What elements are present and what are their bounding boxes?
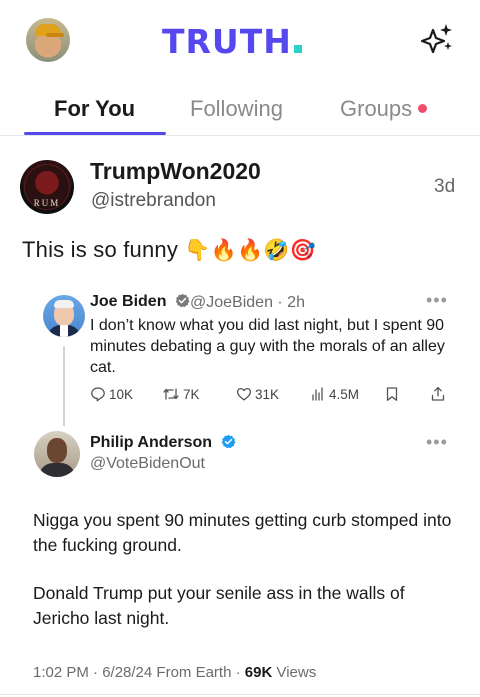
post-emojis: 👇🔥🔥🤣🎯 [184, 238, 317, 262]
face-shape [47, 438, 67, 463]
more-dots-icon[interactable]: ••• [426, 432, 448, 453]
original-author-avatar[interactable] [43, 295, 85, 337]
verified-badge-icon [175, 293, 190, 308]
reply-count: 10K [109, 386, 134, 402]
author-name-text: Philip Anderson [90, 434, 213, 451]
verified-badge-icon [221, 434, 235, 449]
notification-dot [418, 104, 428, 113]
sparkle-icon[interactable] [420, 22, 454, 56]
repost-action[interactable]: 7K [162, 386, 200, 402]
views-count: 4.5M [329, 386, 360, 402]
original-handle-time[interactable]: @JoeBiden · 2h [190, 294, 305, 312]
suit-shape [39, 463, 75, 477]
repost-count: 7K [183, 386, 200, 402]
heart-icon [236, 387, 252, 401]
like-action[interactable]: 31K [236, 386, 279, 402]
bookmark-icon [386, 387, 398, 401]
reply-icon [91, 387, 105, 402]
tab-label: Following [190, 96, 283, 121]
views-icon [312, 387, 323, 401]
repost-icon [163, 388, 179, 400]
timestamp: 1:02 PM · 6/28/24 From Earth · [33, 664, 245, 681]
divider [0, 694, 480, 695]
tab-for-you[interactable]: For You [54, 96, 135, 122]
more-dots-icon[interactable]: ••• [426, 290, 448, 311]
share-icon [431, 386, 445, 401]
post-author-handle[interactable]: @istrebrandon [91, 190, 216, 212]
tab-label: For You [54, 96, 136, 121]
reply-action[interactable]: 10K [90, 386, 133, 402]
views-number: 69K [244, 664, 273, 681]
views-label: Views [272, 664, 317, 681]
original-author-name[interactable]: Joe Biden [90, 293, 190, 311]
truth-logo: TRUTH [162, 22, 302, 61]
reply-author-name[interactable]: Philip Anderson [90, 434, 236, 452]
author-name-text: Joe Biden [90, 293, 167, 310]
top-bar: TRUTH [0, 0, 480, 80]
bookmark-action[interactable] [384, 386, 400, 402]
share-action[interactable] [430, 386, 446, 402]
logo-dot [293, 45, 302, 53]
feed-tabs: For You Following Groups [0, 86, 480, 136]
post-text: This is so funny [22, 237, 179, 262]
reply-body: Nigga you spent 90 minutes getting curb … [33, 508, 463, 631]
tab-groups[interactable]: Groups [340, 96, 428, 122]
tab-label: Groups [340, 96, 413, 121]
user-avatar[interactable] [26, 18, 70, 62]
original-text: I don’t know what you did last night, bu… [90, 317, 445, 376]
reply-author-handle[interactable]: @VoteBidenOut [90, 455, 205, 473]
like-count: 31K [255, 386, 280, 402]
reply-author-avatar[interactable] [34, 431, 80, 477]
post-time: 3d [434, 176, 456, 197]
post-author-name[interactable]: TrumpWon2020 [90, 158, 261, 185]
active-tab-indicator [24, 132, 166, 135]
tab-following[interactable]: Following [190, 96, 283, 122]
views-action[interactable]: 4.5M [310, 386, 359, 402]
reply-timestamp-views: 1:02 PM · 6/28/24 From Earth · 69K Views [33, 664, 316, 681]
post-body: This is so funny 👇🔥🔥🤣🎯 [22, 237, 316, 263]
logo-text: TRUTH [162, 22, 292, 61]
cap-brim-shape [46, 33, 64, 37]
hair-shape [54, 300, 74, 308]
tweet-actions: 10K 7K 31K 4.5M [90, 386, 450, 408]
reply-paragraph: Nigga you spent 90 minutes getting curb … [33, 510, 452, 555]
shirt-shape [60, 325, 68, 337]
reply-paragraph: Donald Trump put your senile ass in the … [33, 583, 405, 628]
thread-line [63, 346, 65, 426]
post-author-avatar[interactable]: RUM [20, 160, 74, 214]
avatar-text: RUM [33, 198, 61, 208]
